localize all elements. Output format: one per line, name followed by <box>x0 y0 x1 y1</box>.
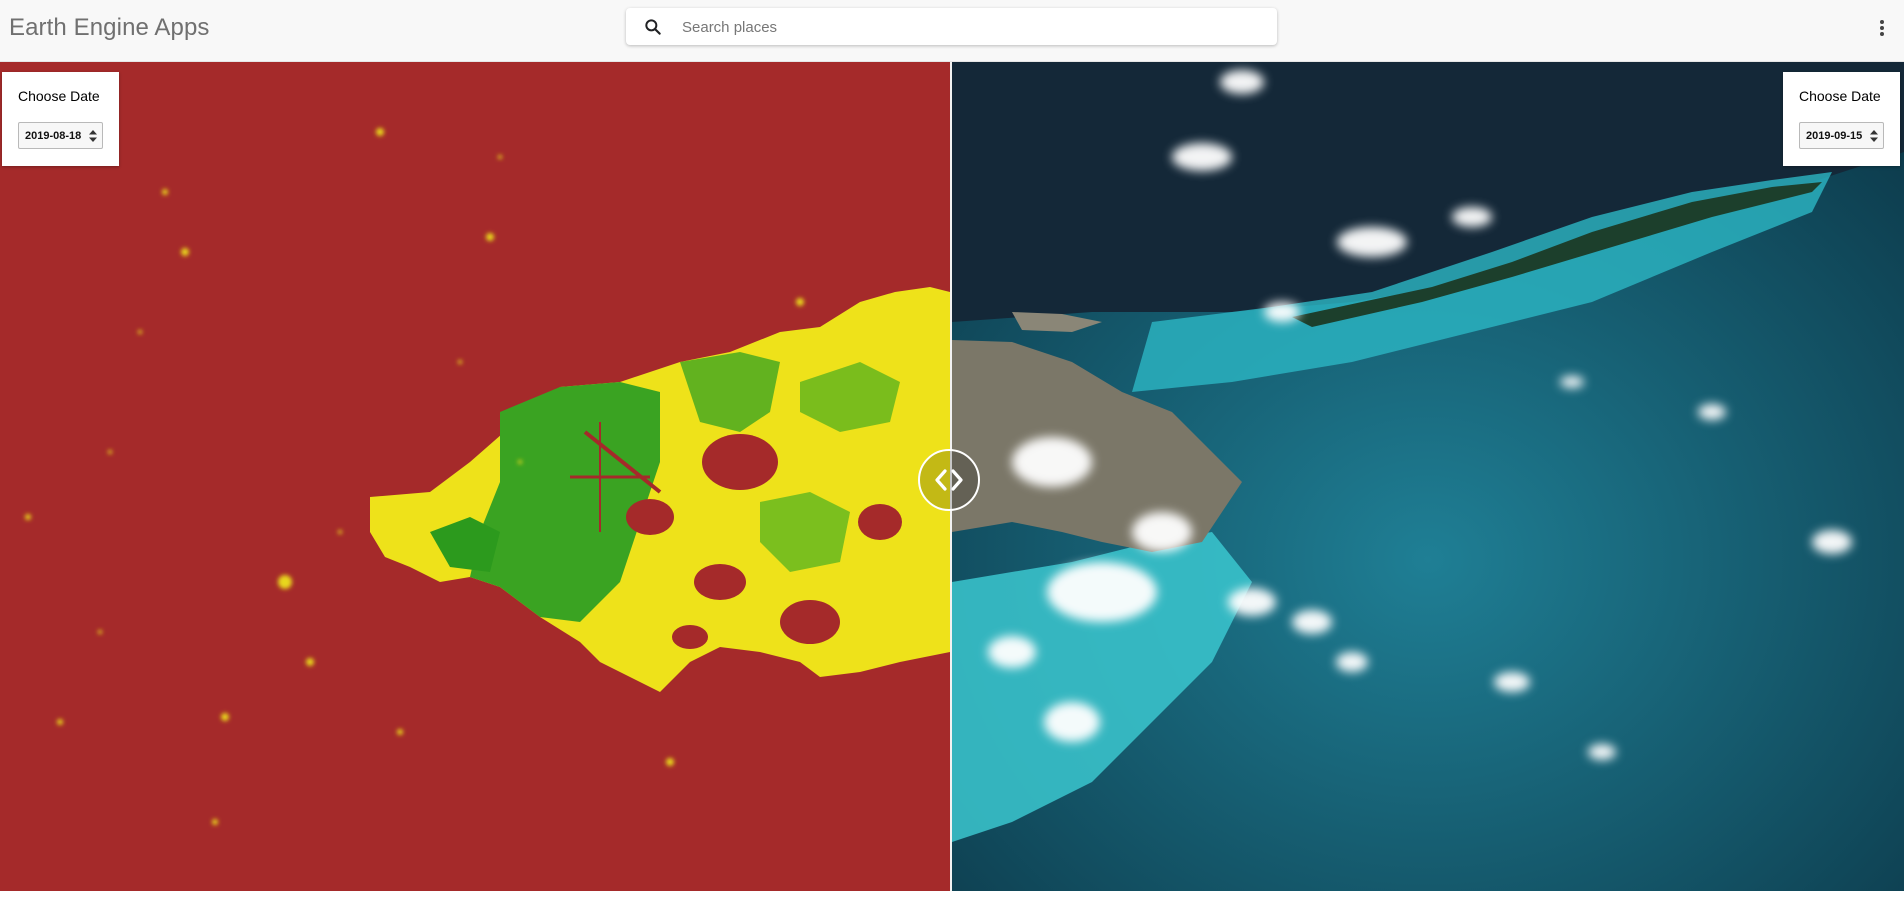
right-map[interactable] <box>952 62 1904 891</box>
right-date-select[interactable]: 2019-09-15 <box>1799 122 1884 149</box>
right-date-panel: Choose Date 2019-09-15 <box>1783 72 1900 166</box>
search-box[interactable] <box>626 8 1277 47</box>
search-icon <box>645 19 661 35</box>
left-map[interactable] <box>0 62 950 891</box>
left-date-panel: Choose Date 2019-08-18 <box>2 72 119 166</box>
app-title: Earth Engine Apps <box>9 14 210 41</box>
more-vert-icon <box>1880 20 1884 24</box>
bottom-strip <box>0 891 1904 911</box>
swipe-handle[interactable] <box>918 449 980 511</box>
choose-date-label: Choose Date <box>18 88 100 104</box>
vegetation-index-layer <box>0 62 950 891</box>
choose-date-label: Choose Date <box>1799 88 1881 104</box>
more-options-button[interactable] <box>1870 14 1894 40</box>
left-date-select[interactable]: 2019-08-18 <box>18 122 103 149</box>
satellite-image-layer <box>952 62 1904 891</box>
chevron-left-right-icon <box>935 469 963 491</box>
date-value: 2019-08-18 <box>25 130 82 142</box>
search-input[interactable] <box>680 8 1264 47</box>
date-value: 2019-09-15 <box>1806 130 1863 142</box>
up-down-arrows-icon <box>89 130 97 142</box>
up-down-arrows-icon <box>1870 130 1878 142</box>
top-app-bar: Earth Engine Apps <box>0 0 1904 62</box>
